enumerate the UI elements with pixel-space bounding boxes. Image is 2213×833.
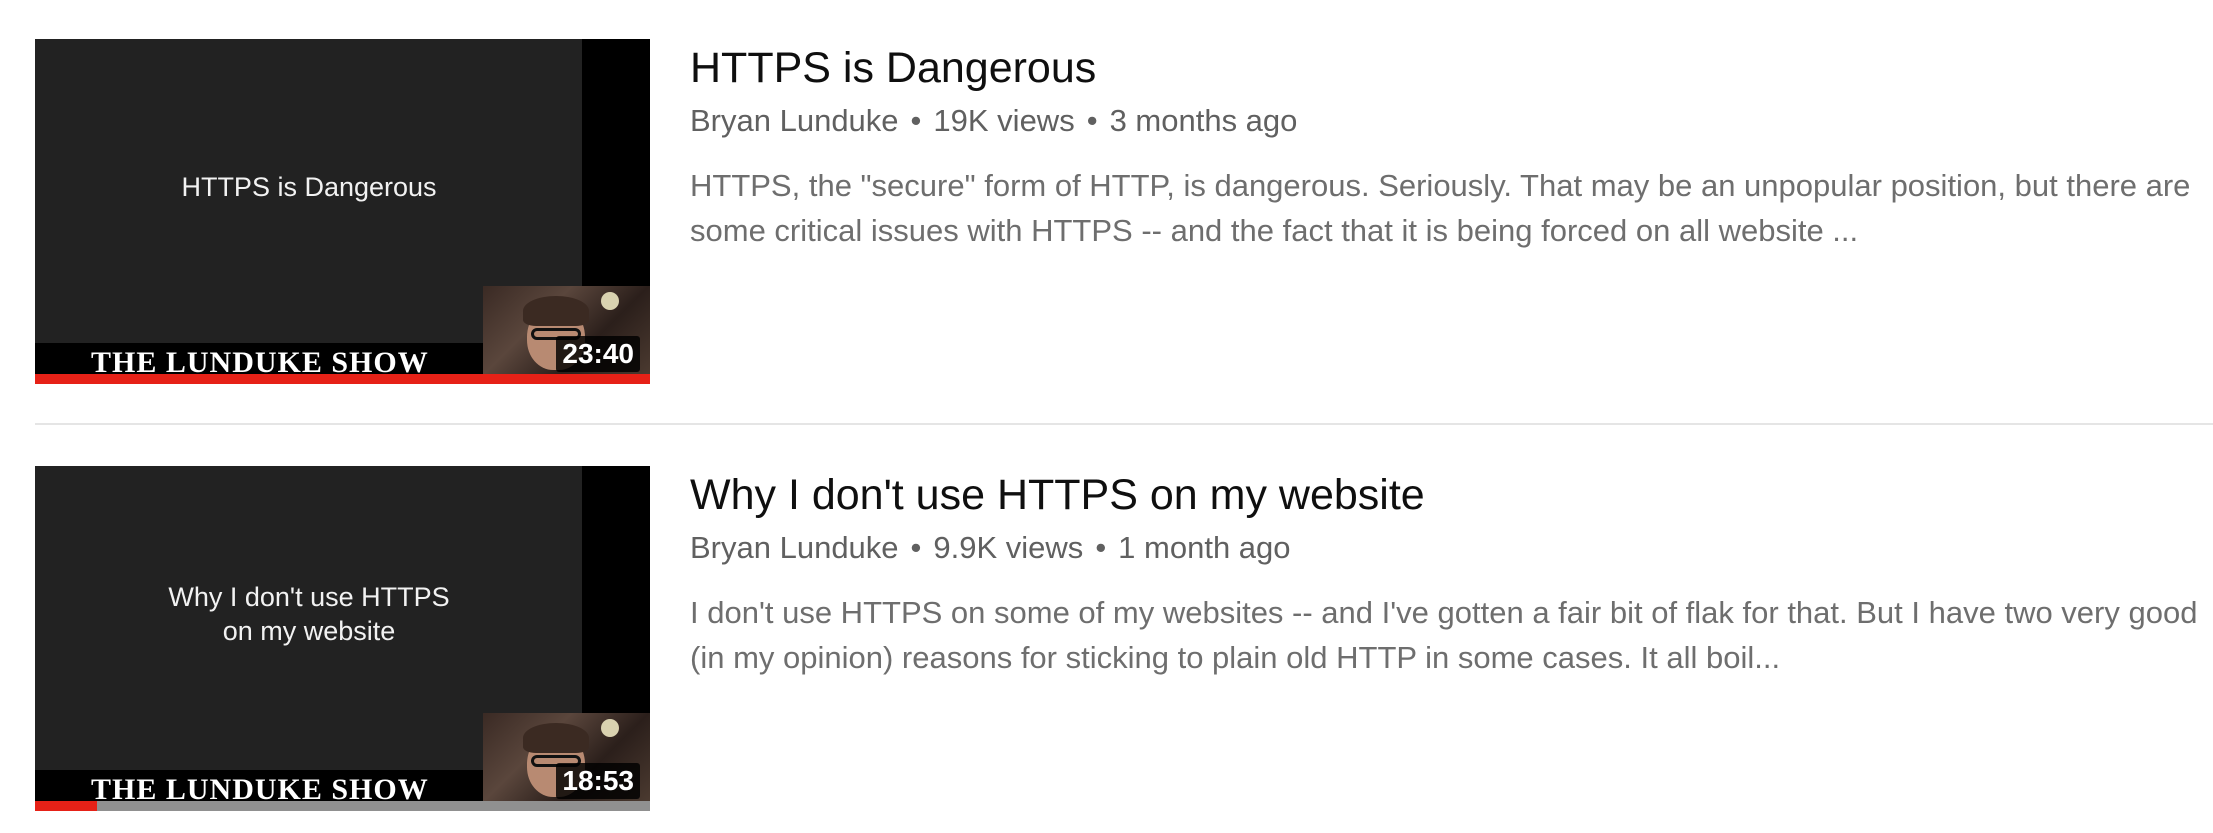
meta-separator: • bbox=[1095, 530, 1107, 565]
view-count: 19K views bbox=[933, 103, 1075, 138]
duration-badge: 23:40 bbox=[556, 336, 640, 372]
upload-age: 3 months ago bbox=[1109, 103, 1298, 138]
video-info: HTTPS is Dangerous Bryan Lunduke • 19K vie… bbox=[690, 39, 2213, 253]
video-metadata: Bryan Lunduke • 19K views • 3 months ago bbox=[690, 101, 2213, 141]
view-count: 9.9K views bbox=[933, 530, 1084, 565]
meta-separator: • bbox=[1086, 103, 1098, 138]
video-metadata: Bryan Lunduke • 9.9K views • 1 month ago bbox=[690, 528, 2213, 568]
watch-progress-fill bbox=[35, 374, 650, 384]
watch-progress-bar bbox=[35, 374, 650, 384]
watch-progress-bar bbox=[35, 801, 650, 811]
duration-badge: 18:53 bbox=[556, 763, 640, 799]
result-divider bbox=[35, 423, 2213, 425]
video-thumbnail[interactable]: Why I don't use HTTPS on my website THE … bbox=[35, 466, 650, 811]
video-thumbnail[interactable]: HTTPS is Dangerous THE LUNDUKE SHOW 23:4… bbox=[35, 39, 650, 384]
video-description: I don't use HTTPS on some of my websites… bbox=[690, 595, 2198, 675]
video-info: Why I don't use HTTPS on my website Brya… bbox=[690, 466, 2213, 680]
meta-separator: • bbox=[910, 103, 922, 138]
channel-name[interactable]: Bryan Lunduke bbox=[690, 530, 899, 565]
watch-progress-fill bbox=[35, 801, 97, 811]
video-title[interactable]: HTTPS is Dangerous bbox=[690, 39, 2213, 97]
upload-age: 1 month ago bbox=[1118, 530, 1291, 565]
video-result[interactable]: HTTPS is Dangerous THE LUNDUKE SHOW 23:4… bbox=[35, 39, 2213, 384]
meta-separator: • bbox=[910, 530, 922, 565]
video-description: HTTPS, the "secure" form of HTTP, is dan… bbox=[690, 168, 2191, 248]
video-title[interactable]: Why I don't use HTTPS on my website bbox=[690, 466, 2213, 524]
channel-name[interactable]: Bryan Lunduke bbox=[690, 103, 899, 138]
video-result[interactable]: Why I don't use HTTPS on my website THE … bbox=[35, 466, 2213, 811]
